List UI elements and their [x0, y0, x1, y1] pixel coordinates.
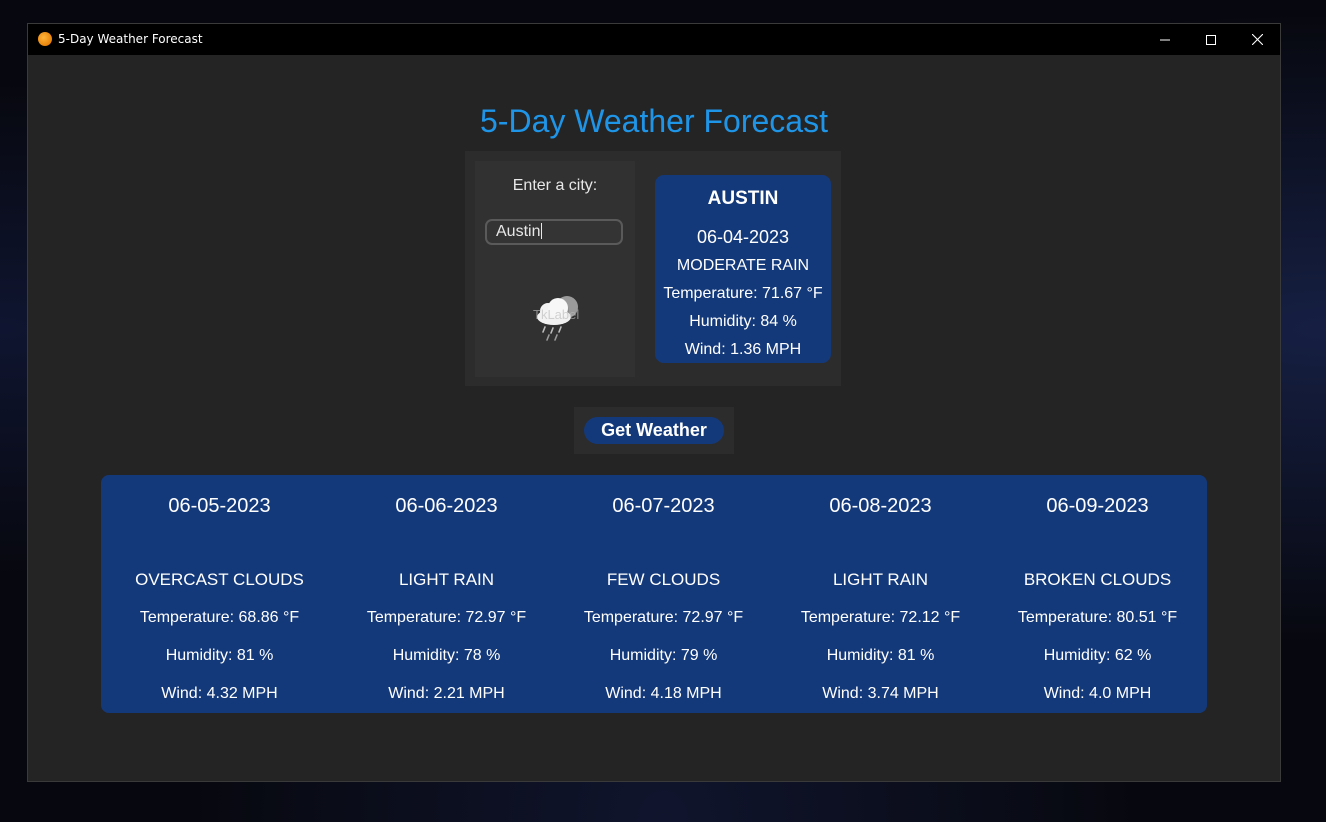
forecast-temperature: Temperature: 72.97 °F — [583, 609, 744, 626]
forecast-temperature: Temperature: 72.12 °F — [800, 609, 961, 626]
forecast-date: 06-09-2023 — [1046, 495, 1149, 517]
icon-label-placeholder: TkLabel — [533, 307, 580, 322]
get-weather-button[interactable]: Get Weather — [584, 417, 724, 444]
city-input-panel: Enter a city: Austin TkLabel — [475, 161, 635, 377]
forecast-wind: Wind: 4.32 MPH — [161, 685, 278, 702]
window-title: 5-Day Weather Forecast — [58, 32, 203, 46]
maximize-icon — [1206, 34, 1216, 45]
close-icon — [1251, 34, 1263, 45]
forecast-wind: Wind: 4.18 MPH — [605, 685, 722, 702]
current-temperature: Temperature: 71.67 °F — [663, 285, 823, 302]
forecast-temperature: Temperature: 80.51 °F — [1017, 609, 1178, 626]
forecast-humidity: Humidity: 78 % — [392, 647, 501, 664]
forecast-description: LIGHT RAIN — [832, 570, 929, 589]
forecast-temperature: Temperature: 68.86 °F — [139, 609, 300, 626]
forecast-humidity: Humidity: 81 % — [165, 647, 274, 664]
forecast-day: 06-05-2023 OVERCAST CLOUDS Temperature: … — [111, 475, 328, 713]
minimize-button[interactable] — [1142, 24, 1188, 55]
forecast-day: 06-08-2023 LIGHT RAIN Temperature: 72.12… — [772, 475, 989, 713]
city-label: Enter a city: — [512, 177, 598, 194]
current-wind: Wind: 1.36 MPH — [684, 341, 802, 358]
city-input[interactable]: Austin — [485, 219, 623, 245]
current-city: AUSTIN — [707, 188, 779, 209]
close-button[interactable] — [1234, 24, 1280, 55]
minimize-icon — [1160, 39, 1170, 40]
forecast-description: OVERCAST CLOUDS — [135, 570, 304, 589]
window-content: 5-Day Weather Forecast Enter a city: Aus… — [28, 55, 1280, 781]
page-title: 5-Day Weather Forecast — [480, 103, 828, 139]
city-input-value: Austin — [496, 223, 541, 240]
current-description: MODERATE RAIN — [676, 257, 810, 274]
forecast-humidity: Humidity: 79 % — [609, 647, 718, 664]
forecast-description: BROKEN CLOUDS — [1023, 570, 1172, 589]
forecast-date: 06-07-2023 — [612, 495, 715, 517]
title-bar[interactable]: 5-Day Weather Forecast — [28, 24, 1280, 55]
current-humidity: Humidity: 84 % — [689, 313, 797, 330]
forecast-wind: Wind: 3.74 MPH — [822, 685, 939, 702]
forecast-description: FEW CLOUDS — [606, 570, 721, 589]
current-weather-card: AUSTIN 06-04-2023 MODERATE RAIN Temperat… — [655, 175, 831, 363]
top-frame: Enter a city: Austin TkLabel AUSTIN 06-0… — [465, 151, 841, 386]
forecast-humidity: Humidity: 62 % — [1043, 647, 1152, 664]
app-icon — [38, 32, 52, 46]
forecast-date: 06-08-2023 — [829, 495, 932, 517]
forecast-day: 06-09-2023 BROKEN CLOUDS Temperature: 80… — [989, 475, 1206, 713]
forecast-date: 06-06-2023 — [395, 495, 498, 517]
forecast-day: 06-07-2023 FEW CLOUDS Temperature: 72.97… — [555, 475, 772, 713]
button-frame: Get Weather — [574, 407, 734, 454]
text-caret — [541, 223, 543, 239]
forecast-panel: 06-05-2023 OVERCAST CLOUDS Temperature: … — [101, 475, 1207, 713]
app-window: 5-Day Weather Forecast 5-Day Weather For… — [28, 24, 1280, 781]
forecast-wind: Wind: 2.21 MPH — [388, 685, 505, 702]
forecast-description: LIGHT RAIN — [398, 570, 495, 589]
forecast-day: 06-06-2023 LIGHT RAIN Temperature: 72.97… — [338, 475, 555, 713]
maximize-button[interactable] — [1188, 24, 1234, 55]
forecast-wind: Wind: 4.0 MPH — [1043, 685, 1152, 702]
forecast-temperature: Temperature: 72.97 °F — [366, 609, 527, 626]
current-date: 06-04-2023 — [696, 227, 790, 247]
forecast-humidity: Humidity: 81 % — [826, 647, 935, 664]
forecast-date: 06-05-2023 — [168, 495, 271, 517]
